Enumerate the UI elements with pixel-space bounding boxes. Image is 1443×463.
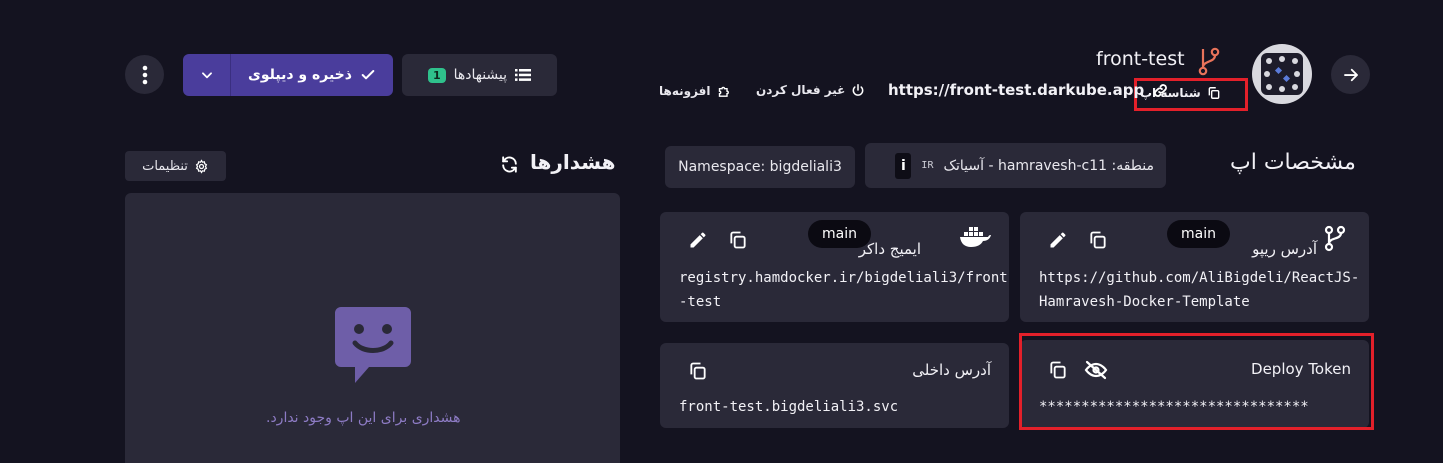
copy-icon [1090,231,1106,249]
internal-address-title: آدرس داخلی [912,361,991,379]
smiley-message-icon [333,305,413,389]
image-url-line1: registry.hamdocker.ir/bigdeliali3/front [679,270,1008,286]
suggestions-count-badge: 1 [427,67,446,83]
docker-image-title: ایمیج داکر [858,240,921,258]
region-pill: منطقه: hamravesh-c11 - آسیاتک IR i [865,143,1166,188]
alerts-title: هشدارها [530,150,616,174]
gear-icon [195,158,208,174]
suggestions-button[interactable]: پیشنهادها 1 [402,54,557,96]
repo-url-line2: Hamravesh-Docker-Template [1039,294,1250,310]
docker-image-card: ایمیج داکر main registry.hamdocker.ir/bi… [660,212,1009,322]
internal-address-card: آدرس داخلی front-test.bigdeliali3.svc [660,343,1009,428]
save-options-dropdown[interactable] [183,54,231,96]
git-branch-icon [1324,224,1346,256]
more-menu-button[interactable] [125,55,164,94]
repo-url-text: https://github.com/AliBigdeli/ReactJS- H… [1039,266,1359,314]
link-icon [1154,83,1168,97]
image-url-text: registry.hamdocker.ir/bigdeliali3/front … [679,266,1008,314]
save-deploy-group: ذخیره و دیپلوی [183,54,393,96]
power-icon [852,83,864,96]
alerts-settings-button[interactable]: تنظیمات [125,151,226,181]
more-vertical-icon [142,65,147,84]
info-icon[interactable]: i [895,152,912,179]
empty-alerts-text: هشداری برای این اپ وجود ندارد. [266,410,461,426]
addons-button[interactable]: افزونه‌ها [659,83,732,98]
save-deploy-label: ذخیره و دیپلوی [248,67,352,83]
chevron-down-icon [201,72,212,79]
internal-address-value: front-test.bigdeliali3.svc [679,399,899,415]
copy-icon [690,362,706,380]
check-icon [361,70,375,80]
puzzle-icon [718,86,729,97]
copy-internal-address-button[interactable] [686,359,710,383]
disable-button[interactable]: غیر فعال کردن [756,83,865,97]
repo-card: آدرس ریپو main https://github.com/AliBig… [1020,212,1369,322]
specs-title: مشخصات اپ [1230,150,1356,175]
image-url-line2: -test [679,294,722,310]
copy-icon [730,231,746,249]
namespace-label: Namespace: bigdeliali3 [678,159,842,175]
back-button[interactable] [1331,55,1370,94]
pencil-icon [1050,232,1066,248]
repo-title: آدرس ریپو [1252,240,1317,258]
suggestions-label: پیشنهادها [453,67,508,83]
app-avatar [1252,44,1312,104]
refresh-icon[interactable] [500,155,519,178]
copy-repo-button[interactable] [1086,228,1110,252]
region-label: منطقه: hamravesh-c11 - آسیاتک [943,157,1154,174]
repo-url-line1: https://github.com/AliBigdeli/ReactJS- [1039,270,1360,286]
app-url-text: https://front-test.darkube.app [888,81,1145,99]
save-deploy-button[interactable]: ذخیره و دیپلوی [231,54,393,96]
repo-branch-pill[interactable]: main [1167,220,1230,248]
app-url-link[interactable]: https://front-test.darkube.app [888,81,1169,99]
docker-icon [958,224,992,252]
arrow-right-icon [1343,68,1358,81]
edit-repo-button[interactable] [1046,228,1070,252]
list-icon [515,69,532,81]
addons-label: افزونه‌ها [659,83,711,98]
app-name: front-test [1096,48,1185,70]
app-logo-icon [1261,53,1303,95]
copy-image-button[interactable] [726,228,750,252]
git-branch-icon [1198,46,1220,80]
settings-label: تنظیمات [142,158,188,174]
image-tag-pill[interactable]: main [808,220,871,248]
edit-image-button[interactable] [686,228,710,252]
namespace-pill: Namespace: bigdeliali3 [665,146,855,188]
region-flag: IR [921,160,934,171]
pencil-icon [690,232,706,248]
disable-label: غیر فعال کردن [756,83,846,97]
highlight-box [1019,333,1374,430]
